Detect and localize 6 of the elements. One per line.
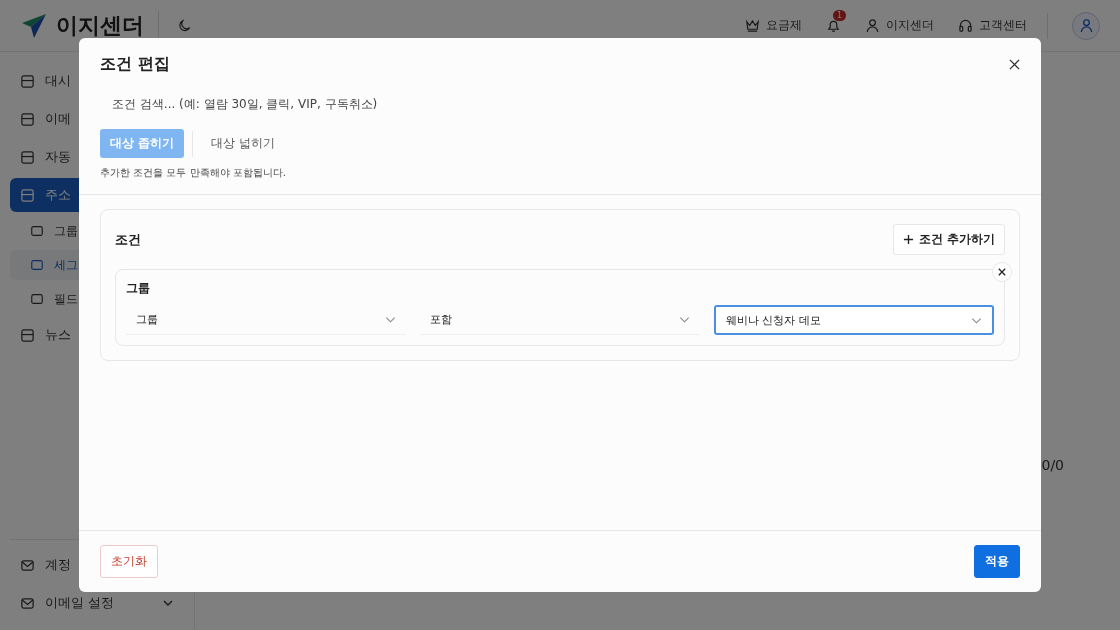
dialog-title: 조건 편집	[100, 54, 170, 75]
hint-text: 추가한 조건을 모두 만족해야 포함됩니다.	[100, 166, 287, 180]
notification-badge: 1	[833, 10, 847, 21]
group-title: 그룹	[126, 280, 151, 297]
section-title: 조건	[115, 230, 141, 249]
page-counter: 0/0	[1041, 457, 1064, 473]
